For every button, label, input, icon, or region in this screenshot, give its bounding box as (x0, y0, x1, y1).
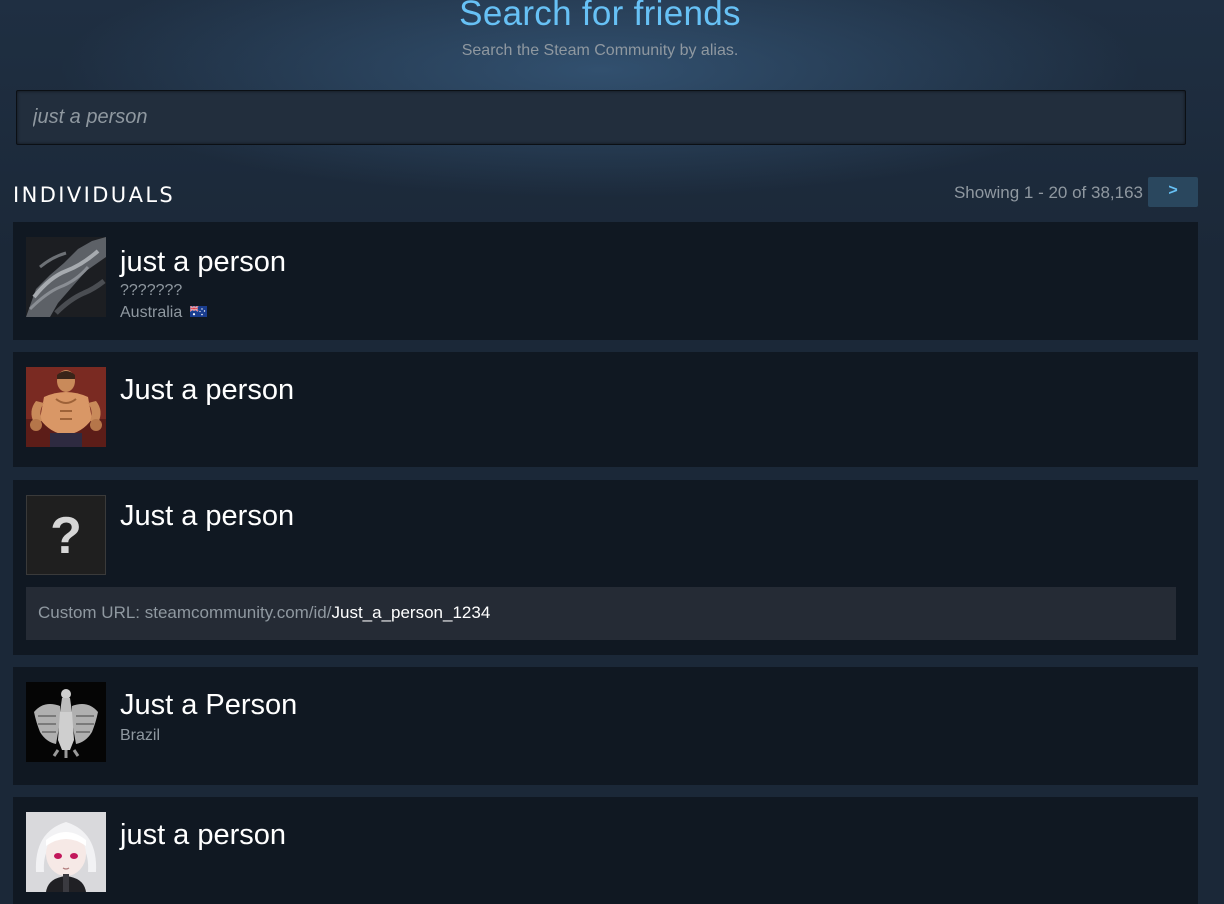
question-mark-icon: ? (50, 507, 82, 565)
search-result-row: Just a Person Brazil (13, 667, 1198, 785)
paging-summary: Showing 1 - 20 of 38,163 (953, 183, 1143, 202)
location-label: Brazil (120, 727, 161, 744)
persona-name-link[interactable]: Just a person (120, 374, 294, 407)
custom-url-prefix: Custom URL: steamcommunity.com/id/ (38, 603, 332, 622)
location-label: Australia (120, 304, 183, 322)
persona-name-link[interactable]: just a person (120, 819, 286, 852)
search-input[interactable] (17, 91, 1185, 144)
page-title: Search for friends (459, 0, 741, 33)
eagle-emblem-avatar[interactable] (26, 682, 106, 762)
page-subtitle: Search the Steam Community by alias. (461, 42, 739, 59)
custom-url-box: Custom URL: steamcommunity.com/id/Just_a… (26, 587, 1176, 640)
muscular-fighter-avatar[interactable] (26, 367, 106, 447)
search-result-row: just a person ??????? Australia (13, 222, 1198, 340)
default-question-mark-avatar[interactable]: ? (26, 495, 106, 575)
location-text: Australia (120, 304, 207, 322)
persona-name-link[interactable]: Just a Person (120, 689, 297, 722)
persona-name-link[interactable]: Just a person (120, 500, 294, 533)
real-name: ??????? (120, 282, 183, 299)
search-box[interactable] (16, 90, 1186, 145)
search-result-row: just a person (13, 797, 1198, 904)
search-result-row: ? Just a person Custom URL: steamcommuni… (13, 480, 1198, 655)
search-result-row: Just a person (13, 352, 1198, 467)
section-header-individuals: INDIVIDUALS (13, 183, 176, 207)
custom-url-id: Just_a_person_1234 (331, 603, 491, 622)
dark-alien-avatar[interactable] (26, 237, 106, 317)
persona-name-link[interactable]: just a person (120, 246, 286, 279)
australia-flag-icon (189, 304, 207, 322)
anime-girl-avatar[interactable] (26, 812, 106, 892)
next-page-button[interactable]: > (1148, 177, 1198, 207)
